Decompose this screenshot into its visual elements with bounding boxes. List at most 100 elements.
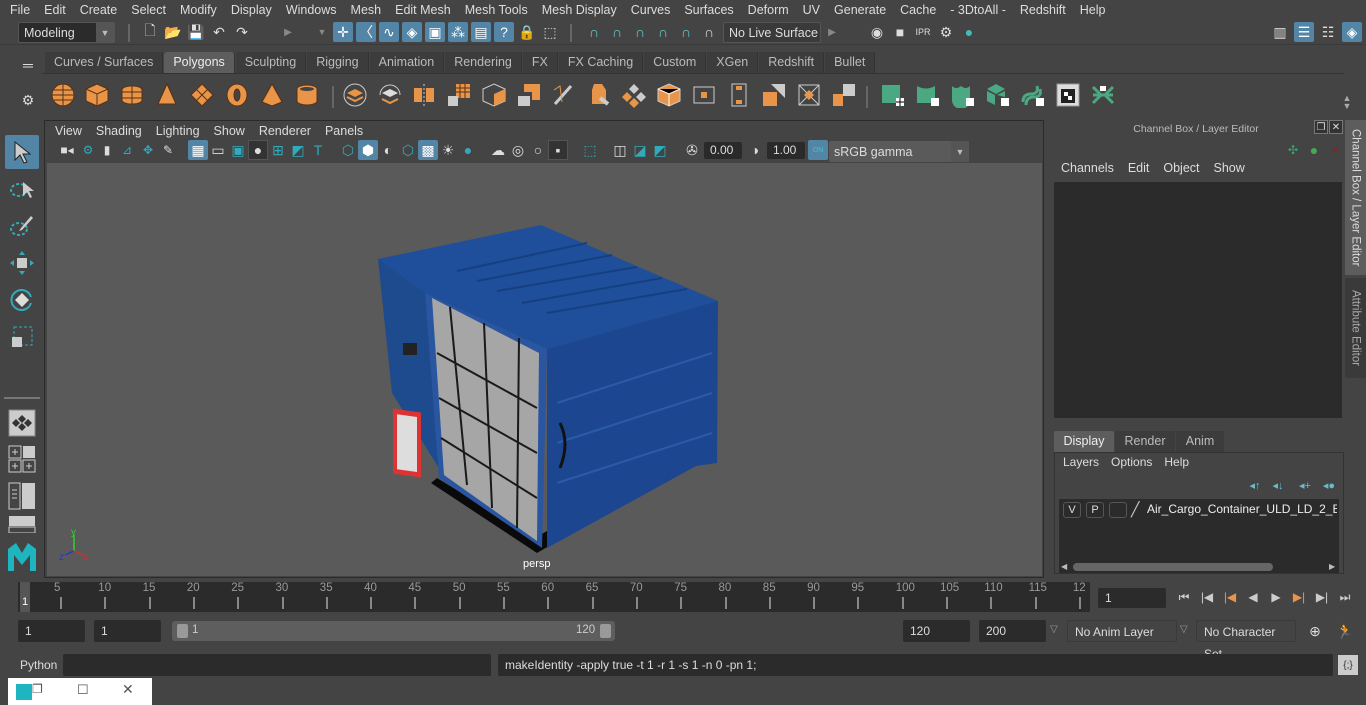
channel-box-toggle-icon[interactable]: ◈: [1342, 22, 1362, 42]
menu-edit[interactable]: Edit: [37, 3, 73, 17]
shelf-tab-rigging[interactable]: Rigging: [307, 52, 369, 73]
current-frame-field[interactable]: 1: [1098, 588, 1166, 608]
safe-title-icon[interactable]: T: [308, 140, 328, 160]
select-by-hierarchy-icon[interactable]: ✛: [333, 22, 353, 42]
select-dynamics-icon[interactable]: ⁂: [448, 22, 468, 42]
layer-playback-toggle[interactable]: P: [1086, 502, 1104, 518]
poly-sphere-icon[interactable]: [50, 82, 76, 108]
menu-help[interactable]: Help: [1073, 3, 1113, 17]
shelf-tab-bullet[interactable]: Bullet: [825, 52, 876, 73]
screen-space-ao-icon[interactable]: ☁: [488, 140, 508, 160]
menu-curves[interactable]: Curves: [624, 3, 678, 17]
shelf-tab-animation[interactable]: Animation: [369, 52, 445, 73]
paint-select-tool[interactable]: [5, 209, 39, 243]
menu-cache[interactable]: Cache: [893, 3, 943, 17]
move-layer-down-icon[interactable]: ◂↓: [1268, 475, 1288, 495]
motion-blur-icon[interactable]: ◎: [508, 140, 528, 160]
menu-mesh[interactable]: Mesh: [344, 3, 389, 17]
wireframe-icon[interactable]: ⬡: [338, 140, 358, 160]
isolate-select-icon[interactable]: ⬚: [580, 140, 600, 160]
move-layer-up-icon[interactable]: ◂↑: [1245, 475, 1265, 495]
menu-select[interactable]: Select: [124, 3, 173, 17]
le-menu-options[interactable]: Options: [1105, 455, 1158, 469]
keyframe-toggle-icon[interactable]: ●: [1304, 140, 1324, 160]
shelf-tab-rendering[interactable]: Rendering: [445, 52, 522, 73]
uv-planar-icon[interactable]: [880, 82, 906, 108]
layer-color-swatch-icon[interactable]: ╱: [1131, 501, 1145, 519]
layer-tab-anim[interactable]: Anim: [1176, 431, 1224, 452]
color-space-dropdown[interactable]: sRGB gamma ▼: [829, 141, 969, 162]
film-gate-icon[interactable]: ▭: [208, 140, 228, 160]
cb-menu-channels[interactable]: Channels: [1054, 161, 1121, 175]
select-surface-icon[interactable]: ◈: [402, 22, 422, 42]
xray-active-icon[interactable]: ◪: [630, 140, 650, 160]
layer-row[interactable]: V P ╱ Air_Cargo_Container_ULD_LD_2_Blue: [1059, 499, 1339, 521]
select-curve-icon[interactable]: ∿: [379, 22, 399, 42]
menu-redshift[interactable]: Redshift: [1013, 3, 1073, 17]
field-chart-icon[interactable]: ⊞: [268, 140, 288, 160]
playback-start-field[interactable]: 1: [94, 620, 161, 642]
float-panel-icon[interactable]: ❐: [1314, 120, 1328, 134]
menu-display[interactable]: Display: [224, 3, 279, 17]
animation-end-field[interactable]: 200: [979, 620, 1046, 642]
highlight-select-icon[interactable]: ⬚: [540, 22, 560, 42]
ipr-render-icon[interactable]: IPR: [913, 22, 933, 42]
shelf-tab-polygons[interactable]: Polygons: [164, 52, 235, 73]
select-misc-icon[interactable]: ?: [494, 22, 514, 42]
go-to-start-icon[interactable]: ⏮: [1174, 587, 1194, 607]
gate-mask-icon[interactable]: ●: [248, 140, 268, 160]
go-to-end-icon[interactable]: ⏭: [1335, 587, 1355, 607]
new-layer-selected-icon[interactable]: ◂●: [1319, 475, 1339, 495]
menu-file[interactable]: File: [3, 3, 37, 17]
uv-editor-icon[interactable]: [1055, 82, 1081, 108]
poly-cube-icon[interactable]: [84, 82, 110, 108]
vp-menu-lighting[interactable]: Lighting: [149, 124, 207, 138]
layer-visibility-toggle[interactable]: V: [1063, 502, 1081, 518]
smooth-shade-icon[interactable]: ⬢: [358, 140, 378, 160]
animation-preferences-icon[interactable]: 🏃: [1335, 621, 1355, 641]
menu-modify[interactable]: Modify: [173, 3, 224, 17]
render-view-icon[interactable]: ◉: [867, 22, 887, 42]
lasso-tool[interactable]: [5, 172, 39, 206]
scroll-right-icon[interactable]: ▶: [1329, 562, 1335, 571]
vp-menu-show[interactable]: Show: [207, 124, 252, 138]
exposure-field[interactable]: 0.00: [704, 142, 742, 159]
poly-torus-icon[interactable]: [224, 82, 250, 108]
menu-surfaces[interactable]: Surfaces: [677, 3, 740, 17]
maximize-icon[interactable]: ☐: [77, 682, 89, 698]
live-surface-field[interactable]: No Live Surface: [723, 22, 821, 43]
menu-mesh-tools[interactable]: Mesh Tools: [458, 3, 535, 17]
safe-action-icon[interactable]: ◩: [288, 140, 308, 160]
side-tab-attribute-editor[interactable]: Attribute Editor: [1345, 278, 1366, 378]
playback-end-field[interactable]: 120: [903, 620, 970, 642]
separate-icon[interactable]: [377, 82, 403, 108]
step-back-frame-icon[interactable]: |◀: [1197, 587, 1217, 607]
cb-menu-object[interactable]: Object: [1156, 161, 1206, 175]
new-scene-icon[interactable]: 🗋: [140, 22, 160, 42]
poly-pyramid-icon[interactable]: [259, 82, 285, 108]
vp-menu-panels[interactable]: Panels: [318, 124, 370, 138]
select-by-component-icon[interactable]: 〈: [356, 22, 376, 42]
move-tool[interactable]: [5, 246, 39, 280]
auto-key-icon[interactable]: ⊕: [1305, 621, 1325, 641]
layer-tab-render[interactable]: Render: [1115, 431, 1175, 452]
step-forward-key-icon[interactable]: ▶|: [1289, 587, 1309, 607]
shelf-tab-xgen[interactable]: XGen: [707, 52, 759, 73]
rotate-tool[interactable]: [5, 283, 39, 317]
modeling-toolkit-icon[interactable]: ▥: [1270, 22, 1290, 42]
offset-edge-loop-icon[interactable]: [726, 82, 752, 108]
scroll-left-icon[interactable]: ◀: [1061, 562, 1067, 571]
time-slider[interactable]: 1 5 10 15 20 25 30 35 40 45 50 55 60 65 70 75 80 85 90 95 1…: [18, 582, 1090, 612]
anim-layer-dropdown-icon[interactable]: ▽: [1050, 624, 1058, 635]
snap-surface-icon[interactable]: ∩: [676, 22, 696, 42]
snap-view-plane-icon[interactable]: ∩: [653, 22, 673, 42]
anim-layer-field[interactable]: No Anim Layer: [1067, 620, 1177, 642]
le-menu-layers[interactable]: Layers: [1057, 455, 1105, 469]
shelf-settings-gear-icon[interactable]: ⚙: [18, 90, 38, 110]
2d-pan-zoom-icon[interactable]: ✥: [138, 140, 158, 160]
bevel-icon[interactable]: [586, 82, 612, 108]
scroll-thumb[interactable]: [1073, 563, 1273, 571]
reduce-icon[interactable]: [481, 82, 507, 108]
wireframe-on-shaded-icon[interactable]: ⬡: [398, 140, 418, 160]
poly-plane-icon[interactable]: [189, 82, 215, 108]
